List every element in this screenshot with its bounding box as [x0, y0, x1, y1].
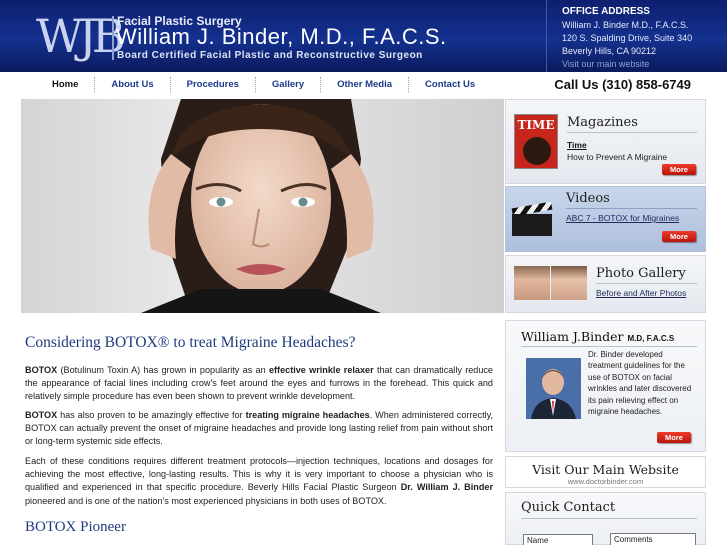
video-link[interactable]: ABC 7 - BOTOX for Migraines [566, 213, 679, 223]
nav-procedures[interactable]: Procedures [171, 77, 256, 93]
office-line-2: 120 S. Spalding Drive, Suite 340 [562, 33, 693, 43]
after-photo-thumb[interactable] [551, 266, 587, 300]
doctor-bio-box: William J.Binder M.D, F.A.C.S Dr. Binder… [505, 320, 706, 452]
p3-bold-doctor: Dr. William J. Binder [400, 482, 493, 493]
clapper-body [512, 214, 552, 236]
p2-bold-migraine: treating migraine headaches [245, 410, 370, 420]
nav-gallery[interactable]: Gallery [256, 77, 322, 93]
office-address: OFFICE ADDRESS William J. Binder M.D., F… [546, 0, 727, 72]
doctor-more-button[interactable]: More [657, 432, 691, 443]
time-magazine-cover[interactable]: TIME [514, 114, 558, 169]
quick-contact-title: Quick Contact [521, 500, 616, 515]
doctor-bio-name: William J.Binder M.D, F.A.C.S [521, 329, 674, 344]
main-website-title[interactable]: Visit Our Main Website [506, 462, 705, 477]
main-website-box[interactable]: Visit Our Main Website www.doctorbinder.… [505, 456, 706, 488]
main-nav: Home About Us Procedures Gallery Other M… [36, 76, 491, 94]
doctor-divider [521, 346, 697, 347]
doctor-photo [526, 358, 581, 419]
nav-other-media[interactable]: Other Media [321, 77, 410, 93]
site-header: WJB Facial Plastic Surgery William J. Bi… [0, 0, 727, 72]
photo-gallery-panel: Photo Gallery Before and After Photos [505, 255, 706, 313]
p1-bold-botox: BOTOX [25, 365, 58, 375]
main-website-url[interactable]: www.doctorbinder.com [506, 477, 705, 486]
time-cover-title: TIME [517, 118, 555, 132]
quick-contact-box: Quick Contact Name Comments [505, 492, 706, 545]
hero-image-woman-headache [21, 99, 504, 313]
office-line-3: Beverly Hills, CA 90212 [562, 46, 657, 56]
main-website-link[interactable]: Visit our main website [562, 58, 727, 71]
p1-text-1: (Botulinum Toxin A) has grown in popular… [57, 365, 269, 375]
magazine-article: How to Prevent A Migraine [567, 152, 668, 162]
gallery-link[interactable]: Before and After Photos [596, 288, 686, 298]
doctor-creds: M.D, F.A.C.S [627, 334, 675, 343]
nav-home[interactable]: Home [36, 77, 96, 93]
article-paragraph-1: BOTOX (Botulinum Toxin A) has grown in p… [25, 364, 493, 404]
before-photo-thumb[interactable] [514, 266, 550, 300]
article-heading: Considering BOTOX® to treat Migraine Hea… [25, 334, 356, 351]
p2-text-1: has also proven to be amazingly effectiv… [57, 410, 246, 420]
wjb-logo[interactable]: WJB [36, 8, 126, 64]
name-input[interactable]: Name [523, 534, 593, 545]
office-line-1: William J. Binder M.D., F.A.C.S. [562, 20, 689, 30]
p1-bold-relaxer: effective wrinkle relaxer [268, 365, 374, 375]
gallery-divider [596, 283, 697, 284]
clapperboard-icon[interactable] [511, 201, 553, 237]
nav-about-us[interactable]: About Us [95, 77, 171, 93]
nav-contact-us[interactable]: Contact Us [409, 77, 491, 93]
p3-text-2: pioneered and is one of the nation's mos… [25, 495, 387, 506]
article-paragraph-3: Each of these conditions requires differ… [25, 455, 493, 508]
comments-input[interactable]: Comments [610, 533, 696, 545]
header-subtitle: Board Certified Facial Plastic and Recon… [117, 50, 423, 61]
quick-contact-divider [521, 518, 697, 519]
phone-number: Call Us (310) 858-6749 [554, 77, 691, 92]
magazine-source[interactable]: Time [567, 140, 587, 150]
videos-panel: Videos ABC 7 - BOTOX for Migraines More [505, 186, 706, 252]
cover-art [523, 137, 551, 165]
videos-more-button[interactable]: More [662, 231, 696, 242]
videos-divider [566, 208, 697, 209]
videos-title: Videos [566, 191, 610, 206]
office-title: OFFICE ADDRESS [562, 6, 650, 17]
magazines-divider [567, 132, 697, 133]
header-doctor-name: William J. Binder, M.D., F.A.C.S. [116, 24, 447, 49]
magazines-more-button[interactable]: More [662, 164, 696, 175]
photo-gallery-title: Photo Gallery [596, 266, 686, 281]
doctor-name-text: William J.Binder [521, 329, 624, 344]
botox-pioneer-heading: BOTOX Pioneer [25, 519, 126, 535]
article-paragraph-2: BOTOX has also proven to be amazingly ef… [25, 409, 493, 449]
doctor-bio-text: Dr. Binder developed treatment guideline… [588, 350, 692, 417]
p2-bold-botox: BOTOX [25, 410, 58, 420]
magazines-title: Magazines [567, 115, 638, 130]
magazines-panel: TIME Magazines Time How to Prevent A Mig… [505, 99, 706, 184]
